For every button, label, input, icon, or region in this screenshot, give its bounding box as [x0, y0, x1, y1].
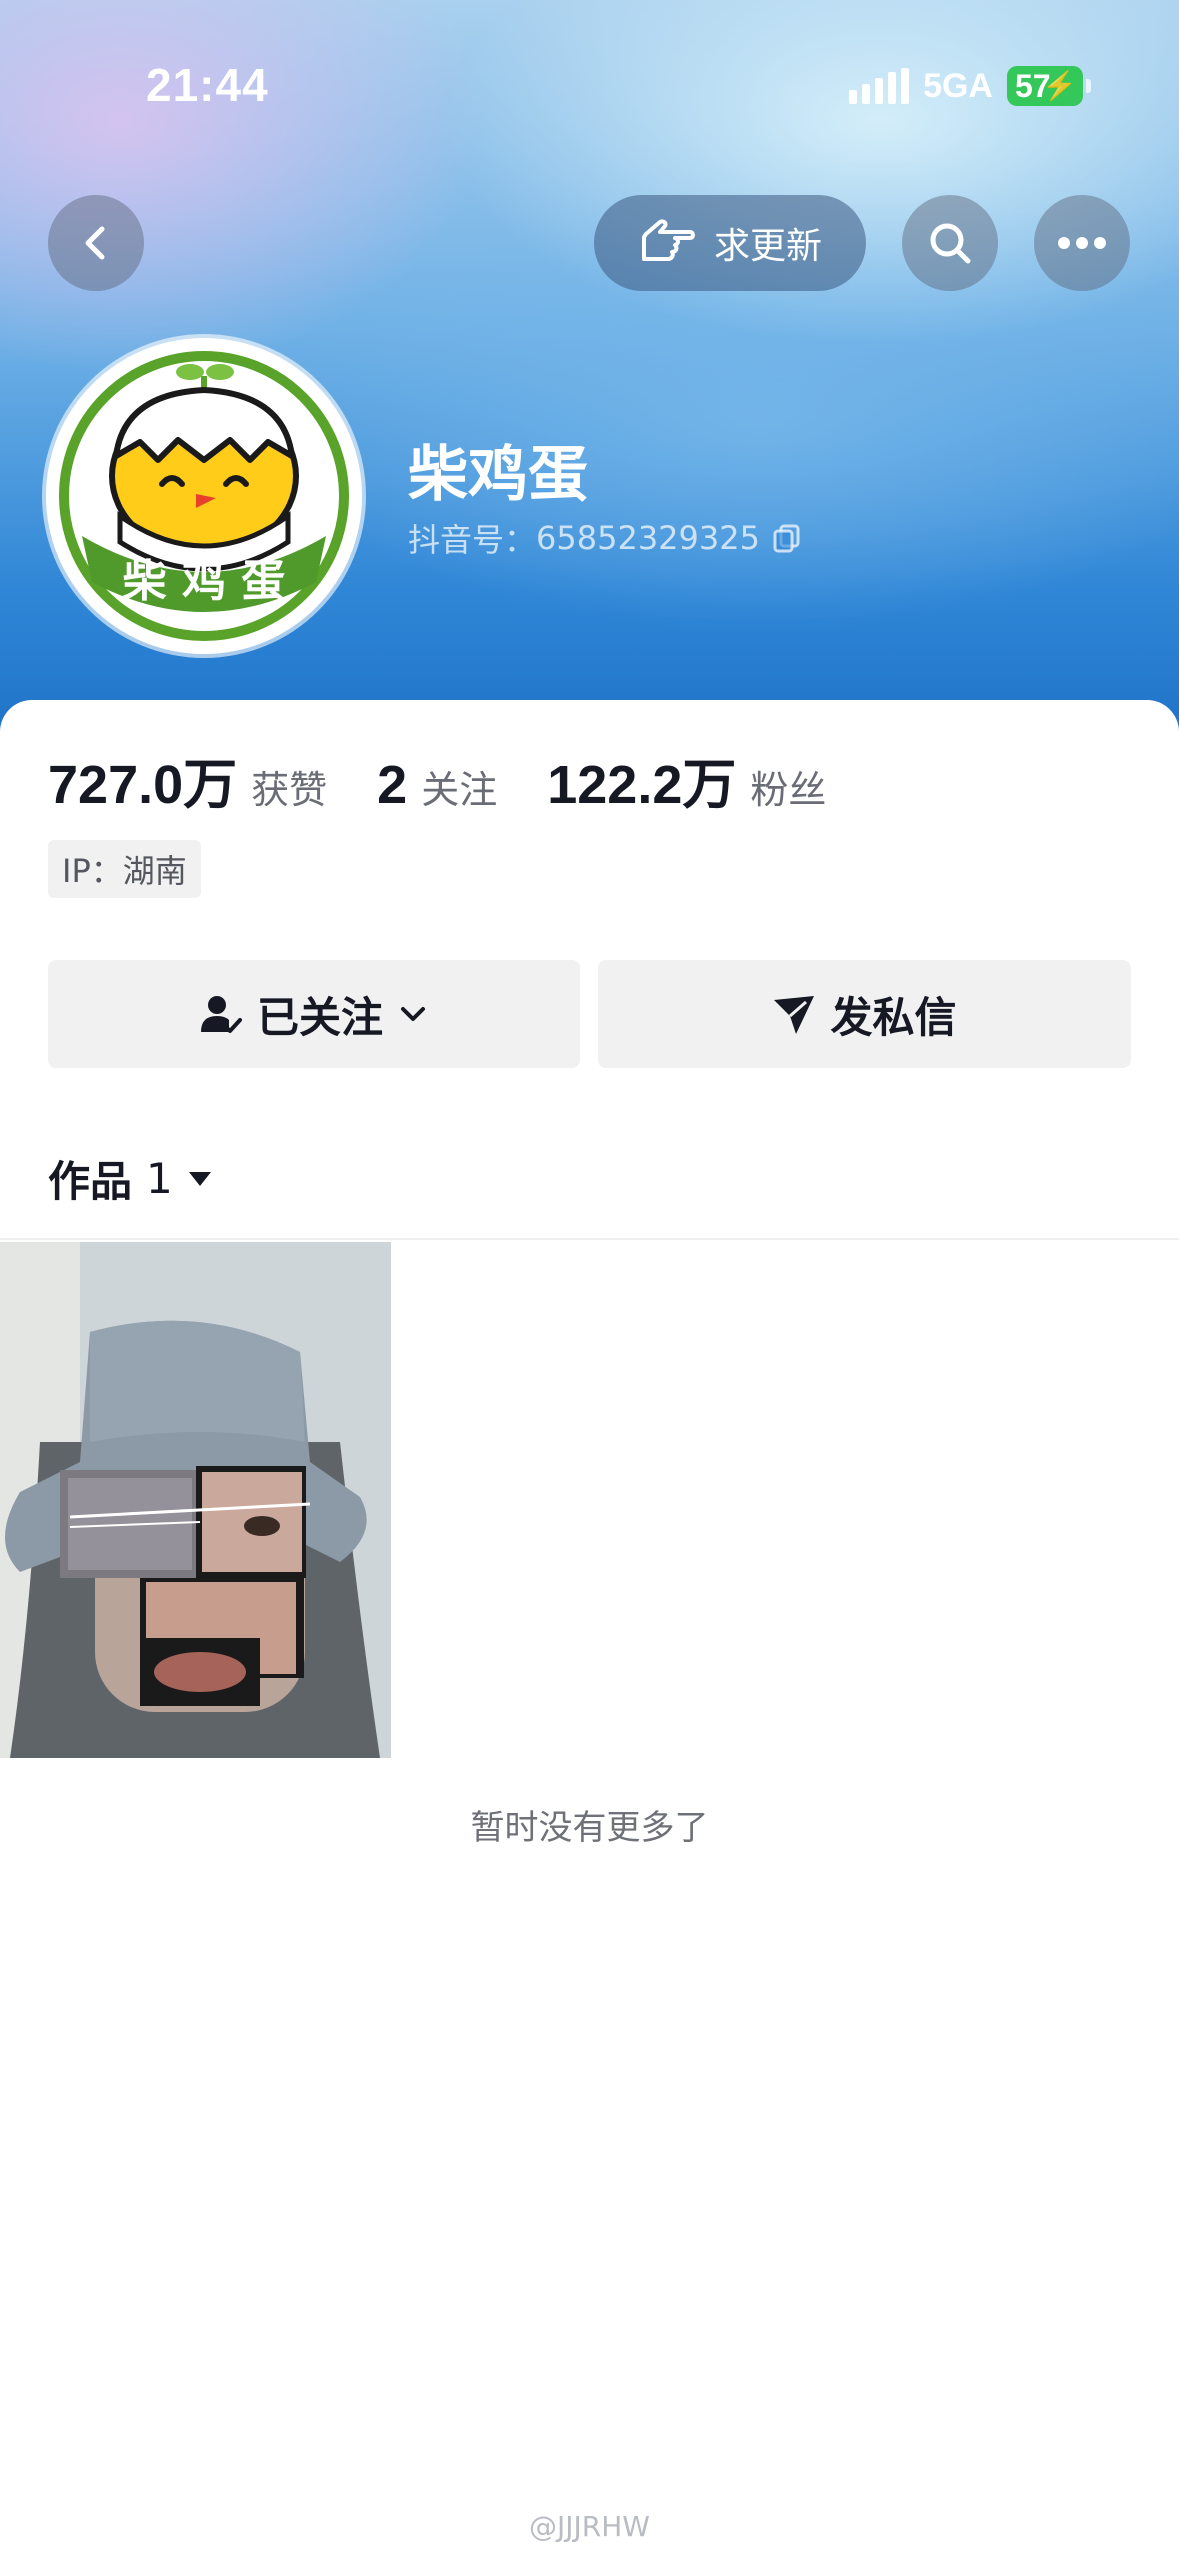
- send-icon: [774, 996, 815, 1034]
- following-button-label: 已关注: [256, 992, 383, 1042]
- douyin-id-value: 65852329325: [536, 519, 760, 557]
- avatar[interactable]: 柴 鸡 蛋: [46, 338, 362, 654]
- status-time: 21:44: [146, 59, 269, 111]
- following-button[interactable]: 已关注: [48, 960, 580, 1068]
- profile-stats: 727.0万 获赞 2 关注 122.2万 粉丝: [48, 740, 876, 819]
- request-update-label: 求更新: [713, 226, 822, 267]
- followers-label[interactable]: 粉丝: [750, 759, 826, 814]
- more-button[interactable]: [1034, 195, 1130, 291]
- pointing-hand-icon: [641, 219, 695, 261]
- search-button[interactable]: [902, 195, 998, 291]
- signal-icon: [849, 68, 910, 104]
- request-update-button[interactable]: 求更新: [594, 195, 866, 291]
- tab-divider: [0, 1238, 1179, 1240]
- dropdown-triangle-icon: [188, 1171, 211, 1186]
- send-message-label: 发私信: [830, 992, 957, 1042]
- avatar-logo-text: 柴 鸡 蛋: [123, 556, 286, 607]
- following-count[interactable]: 2: [377, 754, 407, 816]
- chevron-left-icon: [85, 226, 105, 260]
- weibo-watermark: @JJJRHW: [529, 2510, 650, 2543]
- network-type: 5GA: [923, 66, 993, 105]
- video-thumbnail[interactable]: [0, 1242, 391, 1758]
- likes-count[interactable]: 727.0万: [48, 740, 237, 819]
- chevron-down-icon: [401, 1007, 425, 1021]
- back-button[interactable]: [48, 195, 144, 291]
- douyin-id: 抖音号： 65852329325: [408, 515, 802, 561]
- no-more-content-text: 暂时没有更多了: [470, 1808, 709, 1848]
- video-cover-image: [0, 1242, 391, 1758]
- status-indicators: 5GA 57 ⚡: [849, 66, 1091, 106]
- works-count: 1: [146, 1154, 173, 1203]
- chick-egg-logo: 柴 鸡 蛋: [59, 351, 349, 641]
- works-tab-label: 作品: [48, 1157, 133, 1206]
- tab-works[interactable]: 作品 1: [48, 1148, 213, 1209]
- ip-location-tag: IP：湖南: [48, 840, 201, 898]
- user-check-icon: [200, 996, 242, 1033]
- copy-icon[interactable]: [772, 523, 802, 553]
- send-message-button[interactable]: 发私信: [598, 960, 1131, 1068]
- more-dots-icon: [1058, 237, 1106, 249]
- nickname: 柴鸡蛋: [408, 440, 588, 510]
- following-label[interactable]: 关注: [421, 759, 497, 814]
- douyin-id-label: 抖音号：: [408, 521, 537, 559]
- battery-icon: 57 ⚡: [1007, 66, 1091, 106]
- likes-label[interactable]: 获赞: [251, 759, 327, 814]
- search-icon: [930, 223, 971, 264]
- followers-count[interactable]: 122.2万: [547, 740, 736, 819]
- charging-icon: ⚡: [1042, 70, 1077, 101]
